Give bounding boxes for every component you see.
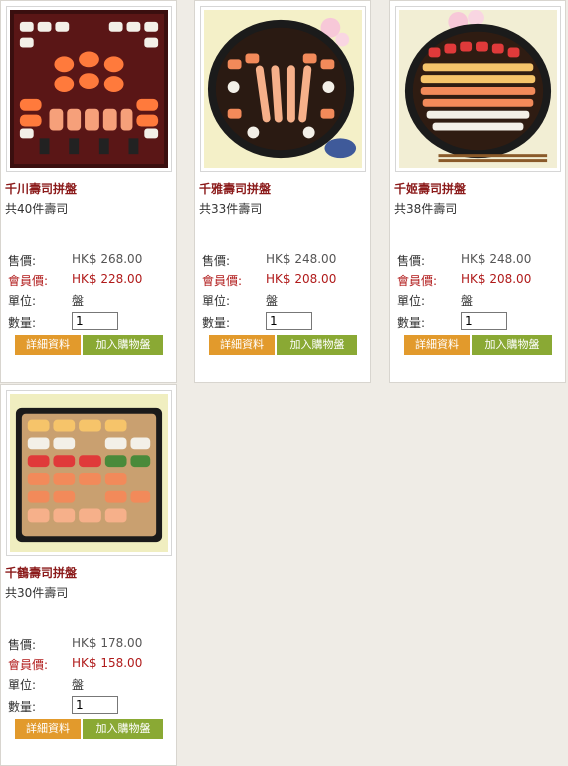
member-price-value: HK$ 208.00	[266, 272, 337, 286]
member-price-label: 會員價:	[202, 274, 243, 288]
price-label: 售價:	[397, 254, 426, 268]
price-row: 售價: HK$ 178.00	[1, 636, 176, 654]
product-card: 千姬壽司拼盤 共38件壽司 售價: HK$ 248.00 會員價: HK$ 20…	[389, 0, 566, 383]
quantity-input[interactable]	[461, 312, 507, 330]
member-price-value: HK$ 158.00	[72, 656, 143, 670]
details-button[interactable]: 詳細資料	[404, 335, 470, 355]
quantity-input[interactable]	[72, 312, 118, 330]
add-to-cart-button[interactable]: 加入購物盤	[472, 335, 552, 355]
member-price-label: 會員價:	[8, 658, 49, 672]
quantity-row: 數量:	[1, 696, 176, 714]
product-card: 千川壽司拼盤 共40件壽司 售價: HK$ 268.00 會員價: HK$ 22…	[0, 0, 177, 383]
product-image[interactable]	[6, 6, 172, 172]
unit-label: 單位:	[8, 678, 37, 692]
add-to-cart-button[interactable]: 加入購物盤	[83, 335, 163, 355]
price-value: HK$ 268.00	[72, 252, 143, 266]
price-row: 售價: HK$ 248.00	[390, 252, 565, 270]
price-label: 售價:	[8, 254, 37, 268]
unit-value: 盤	[266, 294, 279, 308]
quantity-row: 數量:	[1, 312, 176, 330]
product-description: 共33件壽司	[199, 202, 263, 216]
unit-label: 單位:	[202, 294, 231, 308]
price-row: 售價: HK$ 248.00	[195, 252, 370, 270]
product-name[interactable]: 千川壽司拼盤	[5, 180, 77, 197]
quantity-label: 數量:	[397, 316, 426, 330]
product-description: 共30件壽司	[5, 586, 69, 600]
product-name[interactable]: 千雅壽司拼盤	[199, 180, 271, 197]
product-card: 千鶴壽司拼盤 共30件壽司 售價: HK$ 178.00 會員價: HK$ 15…	[0, 384, 177, 766]
price-value: HK$ 178.00	[72, 636, 143, 650]
member-price-value: HK$ 228.00	[72, 272, 143, 286]
unit-row: 單位: 盤	[1, 292, 176, 310]
product-card: 千雅壽司拼盤 共33件壽司 售價: HK$ 248.00 會員價: HK$ 20…	[194, 0, 371, 383]
quantity-label: 數量:	[8, 316, 37, 330]
unit-row: 單位: 盤	[195, 292, 370, 310]
product-description: 共38件壽司	[394, 202, 458, 216]
member-price-row: 會員價: HK$ 208.00	[390, 272, 565, 290]
quantity-input[interactable]	[72, 696, 118, 714]
member-price-row: 會員價: HK$ 228.00	[1, 272, 176, 290]
unit-value: 盤	[72, 294, 85, 308]
product-description: 共40件壽司	[5, 202, 69, 216]
add-to-cart-button[interactable]: 加入購物盤	[277, 335, 357, 355]
details-button[interactable]: 詳細資料	[209, 335, 275, 355]
member-price-row: 會員價: HK$ 158.00	[1, 656, 176, 674]
product-image[interactable]	[395, 6, 561, 172]
price-row: 售價: HK$ 268.00	[1, 252, 176, 270]
member-price-label: 會員價:	[397, 274, 438, 288]
unit-row: 單位: 盤	[1, 676, 176, 694]
price-label: 售價:	[8, 638, 37, 652]
product-name[interactable]: 千姬壽司拼盤	[394, 180, 466, 197]
quantity-input[interactable]	[266, 312, 312, 330]
price-value: HK$ 248.00	[461, 252, 532, 266]
add-to-cart-button[interactable]: 加入購物盤	[83, 719, 163, 739]
price-label: 售價:	[202, 254, 231, 268]
unit-value: 盤	[461, 294, 474, 308]
price-value: HK$ 248.00	[266, 252, 337, 266]
unit-label: 單位:	[397, 294, 426, 308]
product-image[interactable]	[6, 390, 172, 556]
member-price-row: 會員價: HK$ 208.00	[195, 272, 370, 290]
details-button[interactable]: 詳細資料	[15, 719, 81, 739]
details-button[interactable]: 詳細資料	[15, 335, 81, 355]
member-price-value: HK$ 208.00	[461, 272, 532, 286]
quantity-label: 數量:	[8, 700, 37, 714]
product-name[interactable]: 千鶴壽司拼盤	[5, 564, 77, 581]
member-price-label: 會員價:	[8, 274, 49, 288]
product-image[interactable]	[200, 6, 366, 172]
unit-label: 單位:	[8, 294, 37, 308]
unit-row: 單位: 盤	[390, 292, 565, 310]
quantity-label: 數量:	[202, 316, 231, 330]
quantity-row: 數量:	[195, 312, 370, 330]
quantity-row: 數量:	[390, 312, 565, 330]
unit-value: 盤	[72, 678, 85, 692]
